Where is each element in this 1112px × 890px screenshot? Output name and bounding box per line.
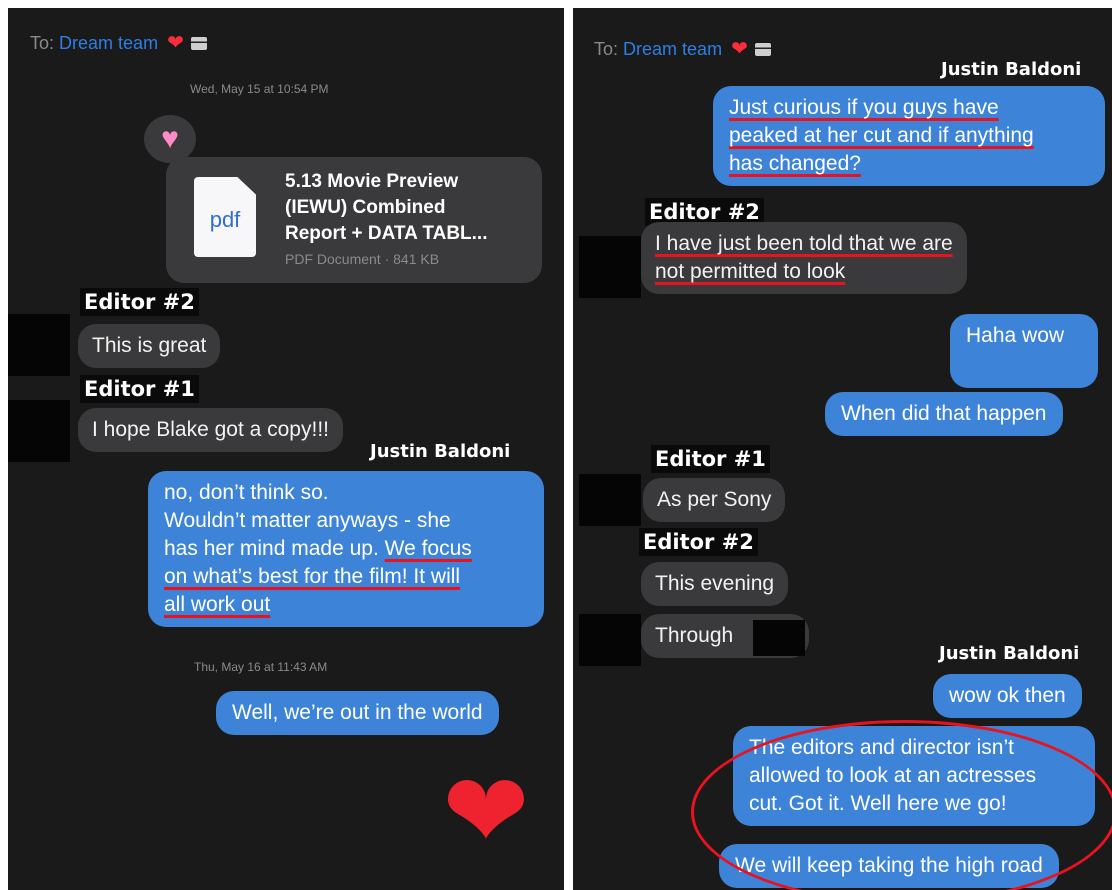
pdf-title-line: Report + DATA TABL... <box>285 223 488 244</box>
group-name-link[interactable]: Dream team <box>59 33 158 53</box>
underlined-text: has changed? <box>729 152 861 175</box>
sender-name-label: Justin Baldoni <box>941 59 1082 80</box>
clapperboard-emoji-icon <box>754 43 771 56</box>
clapperboard-emoji-icon <box>190 37 207 50</box>
redacted-avatar <box>579 474 641 526</box>
sender-name-label: Editor #2 <box>639 528 758 556</box>
sender-name-label: Justin Baldoni <box>939 643 1080 664</box>
pdf-attachment-title: 5.13 Movie Preview (IEWU) Combined Repor… <box>285 169 487 247</box>
redacted-avatar <box>579 236 641 298</box>
pdf-file-icon: pdf <box>194 177 256 257</box>
outgoing-message-bubble[interactable]: Haha wow <box>950 314 1098 388</box>
sender-name-label: Editor #2 <box>80 288 199 316</box>
message-line: no, don’t think so. <box>164 481 329 504</box>
underlined-text: We focus <box>384 537 472 560</box>
pdf-title-line: 5.13 Movie Preview <box>285 171 459 192</box>
recipient-header: To: Dream team ❤ <box>594 36 771 61</box>
sender-name-label: Editor #1 <box>80 375 199 403</box>
heart-tapback-icon[interactable]: ♥ <box>144 115 196 163</box>
group-name-link[interactable]: Dream team <box>623 39 722 59</box>
outgoing-message-bubble[interactable]: When did that happen <box>825 392 1063 436</box>
pdf-attachment-meta: PDF Document · 841 KB <box>285 251 440 267</box>
incoming-message-bubble[interactable]: I hope Blake got a copy!!! <box>78 408 343 452</box>
underlined-text: I have just been told that we are <box>655 232 953 255</box>
underlined-text: all work out <box>164 593 271 616</box>
incoming-message-bubble[interactable]: This evening <box>641 562 789 606</box>
recipient-header: To: Dream team ❤ <box>30 30 207 55</box>
message-line: has her mind made up. We focus <box>164 535 528 563</box>
message-timestamp: Thu, May 16 at 11:43 AM <box>194 660 328 674</box>
pdf-title-line: (IEWU) Combined <box>285 197 446 218</box>
to-prefix: To: <box>594 39 619 59</box>
underlined-text: peaked at her cut and if anything <box>729 124 1034 147</box>
message-text: Through <box>655 624 734 647</box>
incoming-message-bubble[interactable]: This is great <box>78 324 221 368</box>
pdf-attachment[interactable]: pdf 5.13 Movie Preview (IEWU) Combined R… <box>166 157 542 283</box>
redacted-text-block <box>753 620 805 656</box>
pdf-icon-label: pdf <box>209 207 241 232</box>
message-line: Wouldn’t matter anyways - she <box>164 509 451 532</box>
message-text: has her mind made up. <box>164 537 385 560</box>
big-heart-emoji-icon: ❤ <box>442 754 530 870</box>
underlined-text: Just curious if you guys have <box>729 96 999 119</box>
outgoing-message-bubble[interactable]: Well, we’re out in the world <box>216 691 499 735</box>
outgoing-message-bubble[interactable]: Just curious if you guys have peaked at … <box>713 86 1105 186</box>
redacted-avatar <box>8 400 70 462</box>
heart-emoji-icon: ❤ <box>731 38 748 60</box>
outgoing-message-bubble[interactable]: wow ok then <box>933 674 1082 718</box>
outgoing-message-bubble[interactable]: no, don’t think so. Wouldn’t matter anyw… <box>148 471 544 627</box>
underlined-text: on what’s best for the film! It will <box>164 565 461 588</box>
sender-name-label: Justin Baldoni <box>370 441 511 462</box>
right-conversation-screenshot: To: Dream team ❤ Justin Baldoni Just cur… <box>573 8 1112 890</box>
redacted-avatar <box>579 614 641 666</box>
incoming-message-bubble[interactable]: I have just been told that we are not pe… <box>641 222 967 294</box>
underlined-text: not permitted to look <box>655 260 846 283</box>
incoming-message-bubble[interactable]: As per Sony <box>643 478 786 522</box>
redacted-avatar <box>8 314 70 376</box>
sender-name-label: Editor #1 <box>651 445 770 473</box>
heart-emoji-icon: ❤ <box>167 32 184 54</box>
left-conversation-screenshot: To: Dream team ❤ Wed, May 15 at 10:54 PM… <box>8 8 564 890</box>
red-annotation-circle <box>691 720 1112 890</box>
to-prefix: To: <box>30 33 55 53</box>
message-timestamp: Wed, May 15 at 10:54 PM <box>190 82 329 96</box>
